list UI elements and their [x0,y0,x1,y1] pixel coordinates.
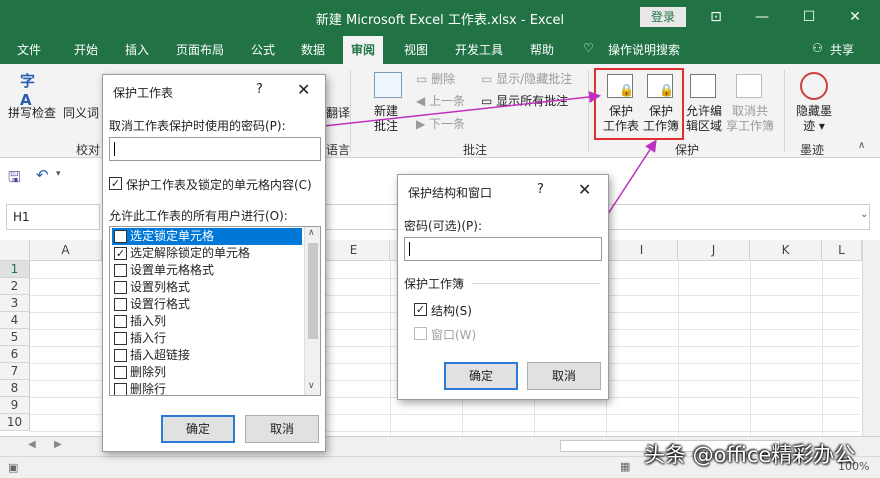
help-icon[interactable]: ? [537,182,544,197]
list-item-label: 插入超链接 [130,348,191,362]
list-item-checkbox[interactable] [114,315,127,328]
ok-button[interactable]: 确定 [161,415,235,443]
list-item[interactable]: 删除列 [112,364,302,381]
cancel-button[interactable]: 取消 [245,415,319,443]
password-label: 密码(可选)(P): [404,219,483,233]
list-item[interactable]: 设置行格式 [112,296,302,313]
list-item-checkbox[interactable] [114,264,127,277]
protect-workbook-dialog: 保护结构和窗口 ? ✕ 密码(可选)(P): 保护工作簿 ✓ 结构(S) 窗口(… [397,174,609,400]
list-item[interactable]: ✓ 选定解除锁定的单元格 [112,245,302,262]
window-label: 窗口(W) [431,328,477,342]
watermark: 头条 @office精彩办公 [644,443,856,467]
list-item[interactable]: ✓ 选定锁定单元格 [112,228,302,245]
arrow-to-protect-sheet [323,91,601,127]
permissions-list[interactable]: ✓ 选定锁定单元格 ✓ 选定解除锁定的单元格 设置单元格格式 设置列格式 设置行格式… [109,226,321,396]
list-item-checkbox[interactable] [114,349,127,362]
list-item-label: 删除列 [130,365,167,379]
list-item-checkbox[interactable]: ✓ [114,230,127,243]
list-item-label: 选定锁定单元格 [130,229,215,243]
protect-sheet-dialog: 保护工作表 ? ✕ 取消工作表保护时使用的密码(P): ✓ 保护工作表及锁定的单… [102,74,326,452]
cancel-button[interactable]: 取消 [527,362,601,390]
password-input[interactable] [404,237,602,261]
list-item-label: 删除行 [130,382,167,396]
list-item-label: 插入列 [130,314,167,328]
chevron-down-icon[interactable]: ∨ [308,381,315,391]
list-item-label: 插入行 [130,331,167,345]
password-label: 取消工作表保护时使用的密码(P): [109,119,286,133]
list-item[interactable]: 设置单元格格式 [112,262,302,279]
chevron-up-icon[interactable]: ∧ [308,228,315,238]
list-scrollbar[interactable]: ∧ ∨ [304,227,320,395]
list-item-checkbox[interactable] [114,366,127,379]
list-item-label: 设置列格式 [130,280,191,294]
arrow-to-protect-workbook [607,139,657,215]
dialog-title: 保护结构和窗口 [408,186,493,200]
dialog-title: 保护工作表 [113,86,174,100]
list-item-checkbox[interactable] [114,298,127,311]
protect-contents-label: 保护工作表及锁定的单元格内容(C) [126,178,312,192]
window-checkbox[interactable] [414,327,427,340]
list-item[interactable]: 插入行 [112,330,302,347]
group-divider [472,283,600,284]
ok-button[interactable]: 确定 [444,362,518,390]
structure-checkbox[interactable]: ✓ [414,303,427,316]
scroll-thumb[interactable] [308,243,318,339]
help-icon[interactable]: ? [256,82,263,97]
list-item-label: 设置行格式 [130,297,191,311]
list-item[interactable]: 插入超链接 [112,347,302,364]
list-item-checkbox[interactable]: ✓ [114,247,127,260]
group-label: 保护工作簿 [404,277,465,291]
list-item[interactable]: 插入列 [112,313,302,330]
text-cursor [114,142,115,156]
close-icon[interactable]: ✕ [578,180,591,199]
list-item-checkbox[interactable] [114,383,127,395]
close-icon[interactable]: ✕ [297,80,310,99]
list-item[interactable]: 设置列格式 [112,279,302,296]
text-cursor [409,242,410,256]
password-input[interactable] [109,137,321,161]
structure-label: 结构(S) [431,304,472,318]
list-item-checkbox[interactable] [114,281,127,294]
allow-users-label: 允许此工作表的所有用户进行(O): [109,209,288,223]
list-item-label: 选定解除锁定的单元格 [130,246,251,260]
list-item-label: 设置单元格格式 [130,263,215,277]
list-item-checkbox[interactable] [114,332,127,345]
protect-contents-checkbox[interactable]: ✓ [109,177,122,190]
list-item[interactable]: 删除行 [112,381,302,396]
